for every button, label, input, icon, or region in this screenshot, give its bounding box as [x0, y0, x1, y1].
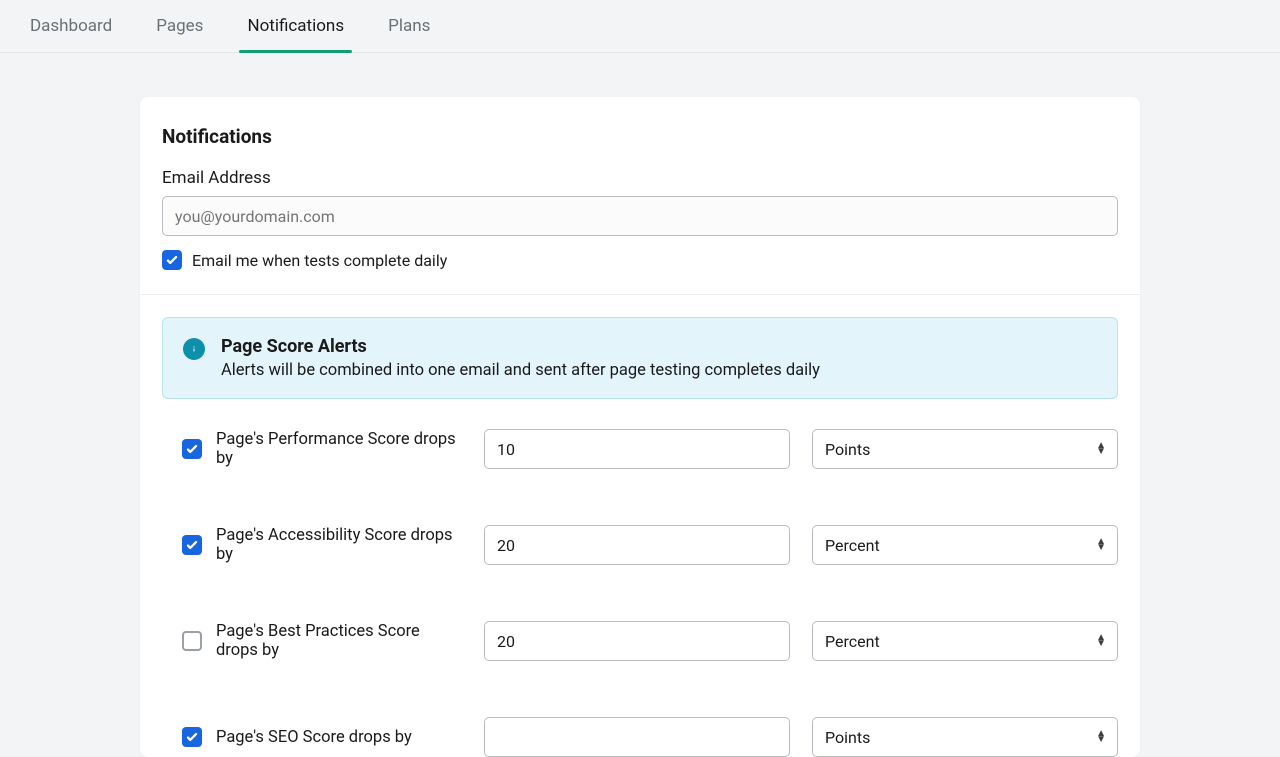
tab-plans[interactable]: Plans	[386, 0, 432, 52]
notifications-card: Notifications Email Address Email me whe…	[140, 97, 1140, 757]
alert-checkbox[interactable]	[182, 439, 202, 459]
alert-row: Page's SEO Score drops by PointsPercent▲▼	[162, 717, 1118, 757]
daily-email-row: Email me when tests complete daily	[162, 250, 1118, 270]
alert-unit-select[interactable]: PointsPercent	[812, 525, 1118, 565]
alert-value-input[interactable]	[484, 525, 790, 565]
alert-row: Page's Best Practices Score drops by Poin…	[162, 621, 1118, 661]
tab-pages[interactable]: Pages	[154, 0, 205, 52]
email-section: Notifications Email Address Email me whe…	[140, 97, 1140, 294]
banner-subtitle: Alerts will be combined into one email a…	[221, 361, 820, 380]
section-heading: Notifications	[162, 125, 1118, 148]
alert-label: Page's Best Practices Score drops by	[216, 622, 462, 660]
alert-value-cell	[484, 429, 790, 469]
alert-unit-cell: PointsPercent▲▼	[812, 525, 1118, 565]
check-icon	[185, 538, 199, 552]
alert-value-input[interactable]	[484, 621, 790, 661]
alert-rows: Page's Performance Score drops by PointsP…	[140, 399, 1140, 757]
alert-unit-cell: PointsPercent▲▼	[812, 717, 1118, 757]
alert-label-cell: Page's SEO Score drops by	[162, 727, 462, 747]
alert-value-cell	[484, 525, 790, 565]
top-tabs: Dashboard Pages Notifications Plans	[0, 0, 1280, 53]
alert-value-cell	[484, 621, 790, 661]
email-label: Email Address	[162, 168, 1118, 188]
alert-label-cell: Page's Best Practices Score drops by	[162, 622, 462, 660]
alert-value-cell	[484, 717, 790, 757]
alert-unit-select[interactable]: PointsPercent	[812, 429, 1118, 469]
alert-checkbox[interactable]	[182, 535, 202, 555]
email-input[interactable]	[162, 196, 1118, 236]
alert-checkbox[interactable]	[182, 631, 202, 651]
alert-row: Page's Accessibility Score drops by Point…	[162, 525, 1118, 565]
check-icon	[185, 730, 199, 744]
tab-dashboard[interactable]: Dashboard	[28, 0, 114, 52]
info-icon	[183, 338, 205, 360]
daily-email-label: Email me when tests complete daily	[192, 251, 447, 270]
alert-label-cell: Page's Accessibility Score drops by	[162, 526, 462, 564]
alert-unit-cell: PointsPercent▲▼	[812, 621, 1118, 661]
daily-email-checkbox[interactable]	[162, 250, 182, 270]
alert-value-input[interactable]	[484, 717, 790, 757]
alert-checkbox[interactable]	[182, 727, 202, 747]
page-score-alerts-banner: Page Score Alerts Alerts will be combine…	[162, 317, 1118, 399]
alert-unit-select[interactable]: PointsPercent	[812, 717, 1118, 757]
banner-title: Page Score Alerts	[221, 336, 820, 357]
alert-unit-cell: PointsPercent▲▼	[812, 429, 1118, 469]
alert-label-cell: Page's Performance Score drops by	[162, 430, 462, 468]
alert-label: Page's Accessibility Score drops by	[216, 526, 462, 564]
divider	[140, 294, 1140, 295]
alert-value-input[interactable]	[484, 429, 790, 469]
check-icon	[185, 442, 199, 456]
check-icon	[165, 253, 179, 267]
alert-label: Page's SEO Score drops by	[216, 728, 412, 747]
alert-unit-select[interactable]: PointsPercent	[812, 621, 1118, 661]
tab-notifications[interactable]: Notifications	[245, 0, 346, 52]
alert-label: Page's Performance Score drops by	[216, 430, 462, 468]
alert-row: Page's Performance Score drops by PointsP…	[162, 429, 1118, 469]
